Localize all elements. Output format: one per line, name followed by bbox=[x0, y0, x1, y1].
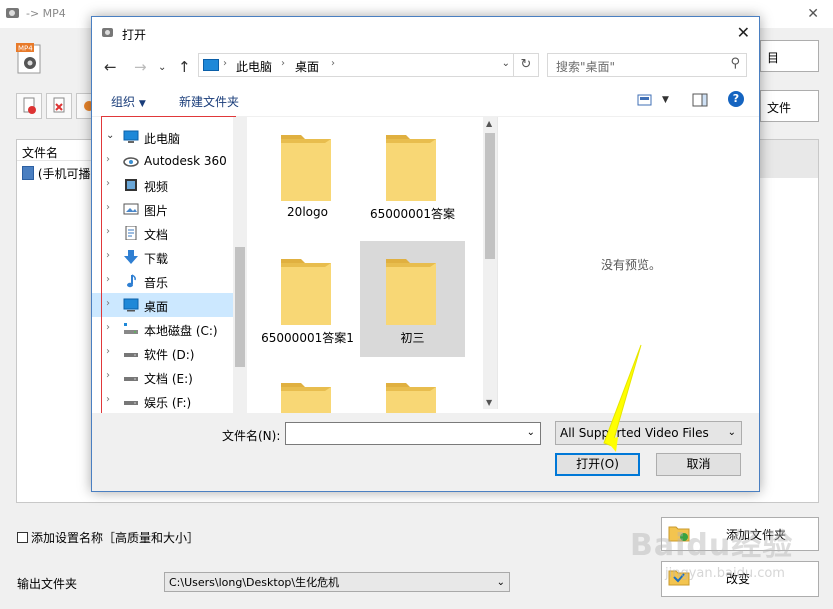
recent-chevron-icon[interactable]: ⌄ bbox=[158, 62, 166, 73]
mp4-format-label: MP4 bbox=[18, 45, 33, 53]
view-mode-icon[interactable] bbox=[637, 93, 653, 107]
address-dropdown-icon[interactable]: ⌄ bbox=[502, 58, 510, 69]
output-folder-path: C:\Users\long\Desktop\生化危机 bbox=[169, 576, 340, 589]
folder-label: 65000001答案1 bbox=[261, 331, 354, 345]
folder-item[interactable]: 65000001答案 bbox=[360, 117, 465, 233]
bg-right-button-file[interactable]: 文件 bbox=[760, 90, 819, 122]
file-type-select[interactable]: All Supported Video Files ⌄ bbox=[555, 421, 742, 445]
app-title: -> MP4 bbox=[26, 7, 66, 20]
preview-text: 没有预览。 bbox=[601, 258, 662, 272]
option-icon bbox=[84, 101, 94, 111]
folder-label: 65000001答案 bbox=[369, 207, 456, 221]
folder-item[interactable] bbox=[360, 365, 465, 415]
preview-pane-icon[interactable] bbox=[692, 93, 708, 107]
breadcrumb-this-pc[interactable]: 此电脑 bbox=[236, 58, 272, 75]
app-icon bbox=[6, 8, 19, 18]
cancel-button[interactable]: 取消 bbox=[656, 453, 741, 476]
bg-right-button-top-label: 目 bbox=[767, 51, 780, 65]
list-row-highlight bbox=[757, 140, 818, 178]
open-button[interactable]: 打开(O) bbox=[555, 453, 640, 476]
list-item-label: (手机可播 bbox=[37, 167, 91, 181]
chevron-down-icon[interactable]: ⌄ bbox=[527, 427, 535, 438]
breadcrumb-separator-icon: › bbox=[331, 58, 335, 69]
folder-icon bbox=[281, 135, 331, 201]
refresh-icon[interactable]: ↻ bbox=[513, 53, 538, 77]
highlight-box bbox=[101, 116, 236, 414]
preview-pane: 没有预览。 bbox=[497, 117, 760, 409]
add-setting-name-label: 添加设置名称［高质量和大小］ bbox=[31, 531, 200, 545]
folder-icon bbox=[281, 259, 331, 325]
chevron-down-icon: ⌄ bbox=[496, 577, 505, 588]
dialog-app-icon bbox=[102, 28, 113, 37]
back-arrow-icon[interactable]: ← bbox=[104, 58, 117, 76]
bg-right-button-top[interactable]: 目 bbox=[760, 40, 819, 72]
folder-item-selected[interactable]: 初三 bbox=[360, 241, 465, 357]
folder-item[interactable] bbox=[255, 365, 360, 415]
dialog-title: 打开 bbox=[122, 28, 147, 42]
file-grid-scrollbar-thumb[interactable] bbox=[485, 133, 495, 259]
breadcrumb-separator-icon: › bbox=[281, 58, 285, 69]
dialog-footer: 文件名(N): ⌄ All Supported Video Files ⌄ 打开… bbox=[92, 413, 759, 491]
organize-button[interactable]: 组织 ▼ bbox=[111, 93, 146, 110]
breadcrumb-desktop[interactable]: 桌面 bbox=[295, 58, 319, 75]
organize-label: 组织 bbox=[111, 95, 136, 109]
scroll-down-icon[interactable]: ▼ bbox=[486, 398, 492, 407]
computer-icon bbox=[203, 59, 219, 71]
chevron-down-icon: ▼ bbox=[138, 99, 146, 109]
output-folder-label: 输出文件夹 bbox=[17, 577, 78, 591]
bg-right-button-file-label: 文件 bbox=[767, 101, 792, 115]
app-close-icon[interactable]: ✕ bbox=[807, 6, 819, 22]
folder-label: 初三 bbox=[400, 331, 425, 345]
new-folder-button[interactable]: 新建文件夹 bbox=[179, 93, 239, 110]
address-bar[interactable]: › 此电脑 › 桌面 › ⌄ bbox=[198, 53, 539, 77]
view-dropdown-icon[interactable]: ▼ bbox=[662, 95, 669, 105]
file-grid[interactable]: 20logo 65000001答案 65000001答案1 初三 bbox=[250, 117, 484, 415]
folder-label: 20logo bbox=[287, 205, 328, 219]
watermark-subtext: jingyan.baidu.com bbox=[665, 566, 785, 581]
tree-scrollbar[interactable] bbox=[233, 117, 247, 415]
breadcrumb-separator-icon: › bbox=[223, 58, 227, 69]
filename-input[interactable]: ⌄ bbox=[285, 422, 541, 445]
help-icon[interactable]: ? bbox=[728, 91, 744, 107]
folder-icon bbox=[386, 383, 436, 415]
list-item[interactable]: (手机可播 bbox=[22, 165, 91, 182]
watermark-text: Baidu经验 bbox=[630, 528, 794, 563]
folder-item[interactable]: 65000001答案1 bbox=[255, 241, 360, 357]
toolbar-add-file-button[interactable] bbox=[16, 93, 42, 119]
folder-item[interactable]: 20logo bbox=[255, 117, 360, 233]
video-file-icon bbox=[22, 166, 34, 180]
tree-scrollbar-thumb[interactable] bbox=[235, 247, 245, 367]
folder-icon bbox=[281, 383, 331, 415]
search-input[interactable]: 搜索"桌面" ⚲ bbox=[547, 53, 747, 77]
add-setting-name-checkbox[interactable] bbox=[17, 532, 28, 543]
toolbar-option-button[interactable] bbox=[76, 93, 94, 119]
file-add-icon bbox=[23, 97, 36, 114]
open-file-dialog: 打开 ✕ ← → ⌄ ↑ › 此电脑 › 桌面 › ⌄ ↻ 搜索"桌面" ⚲ 组… bbox=[91, 16, 760, 492]
file-type-value: All Supported Video Files bbox=[560, 426, 709, 440]
chevron-down-icon: ⌄ bbox=[727, 427, 736, 438]
file-grid-scrollbar[interactable]: ▲ ▼ bbox=[483, 117, 497, 409]
output-folder-select[interactable]: C:\Users\long\Desktop\生化危机 ⌄ bbox=[164, 572, 510, 592]
file-remove-icon bbox=[53, 97, 65, 113]
filename-label: 文件名(N): bbox=[222, 429, 281, 443]
search-placeholder: 搜索"桌面" bbox=[556, 60, 616, 74]
up-arrow-icon[interactable]: ↑ bbox=[178, 58, 191, 76]
forward-arrow-icon[interactable]: → bbox=[134, 58, 147, 76]
dialog-close-icon[interactable]: ✕ bbox=[737, 23, 750, 42]
toolbar-remove-button[interactable] bbox=[46, 93, 72, 119]
add-setting-name-option[interactable]: 添加设置名称［高质量和大小］ bbox=[17, 529, 199, 546]
scroll-up-icon[interactable]: ▲ bbox=[486, 119, 492, 128]
folder-icon bbox=[386, 259, 436, 325]
search-icon: ⚲ bbox=[730, 56, 740, 71]
folder-icon bbox=[386, 135, 436, 201]
mp4-format-icon: MP4 bbox=[16, 43, 41, 74]
